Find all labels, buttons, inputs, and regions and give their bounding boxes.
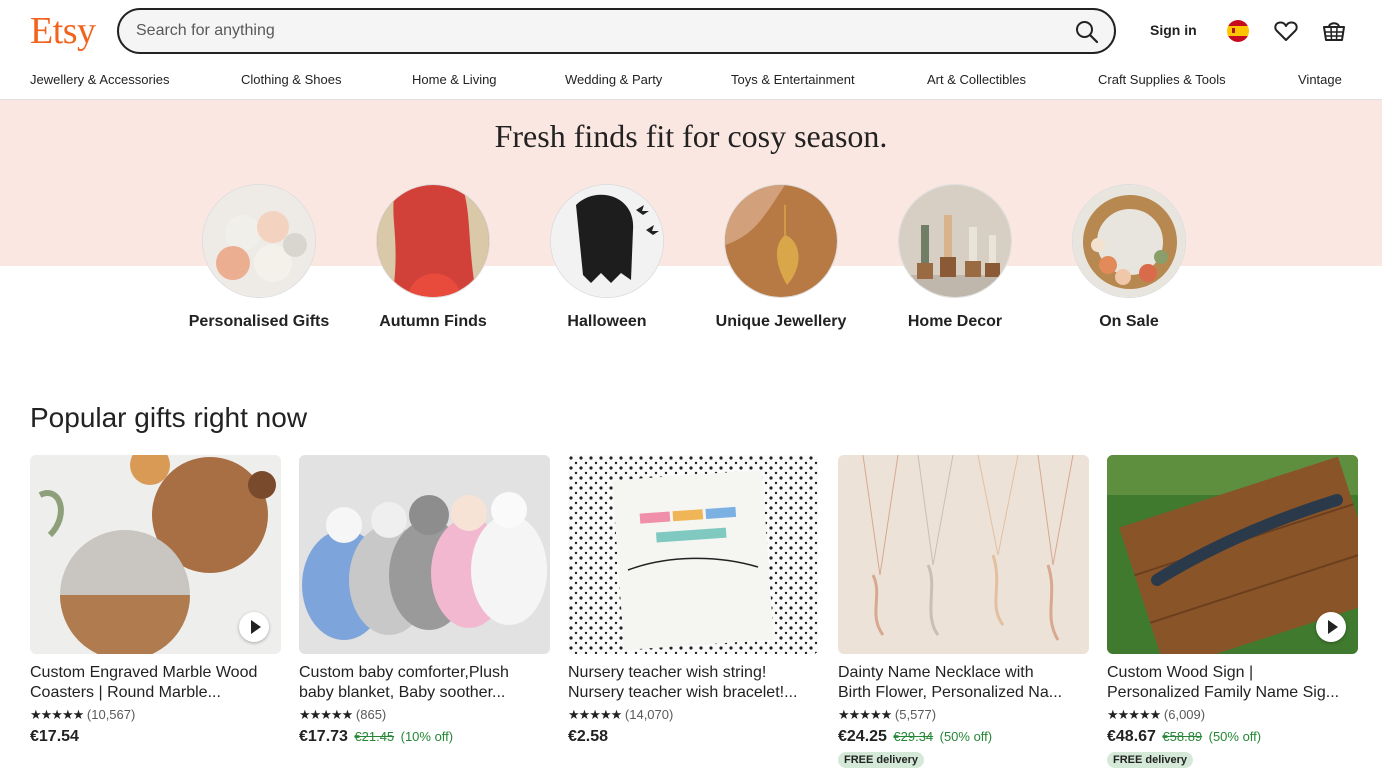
original-price: €21.45 — [354, 729, 395, 744]
search-button[interactable] — [1074, 19, 1100, 45]
category-image — [202, 184, 316, 298]
header: Etsy Sign in — [0, 0, 1382, 62]
category-image — [724, 184, 838, 298]
product-title: Custom Engraved Marble Wood Coasters | R… — [30, 664, 258, 701]
product-title: Custom Wood Sign | Personalized Family N… — [1107, 664, 1340, 701]
product-rating: ★★★★★ (10,567) — [30, 707, 281, 725]
review-count: (10,567) — [86, 707, 136, 722]
nav-item-jewellery[interactable]: Jewellery & Accessories — [30, 72, 169, 87]
product-image — [299, 455, 550, 654]
cart-button[interactable] — [1321, 17, 1347, 43]
star-rating-icon: ★★★★★ — [568, 707, 622, 722]
nav-item-art[interactable]: Art & Collectibles — [927, 72, 1026, 87]
price-row: €2.58 — [568, 728, 819, 750]
category-nav: Jewellery & Accessories Clothing & Shoes… — [0, 62, 1382, 100]
category-label: Personalised Gifts — [188, 313, 330, 330]
price-row: €48.67 €58.89 (50% off) — [1107, 728, 1358, 750]
product-rating: ★★★★★ (5,577) — [838, 707, 1089, 725]
nav-item-clothing[interactable]: Clothing & Shoes — [241, 72, 341, 87]
review-count: (6,009) — [1163, 707, 1206, 722]
nav-item-craft[interactable]: Craft Supplies & Tools — [1098, 72, 1226, 87]
star-rating-icon: ★★★★★ — [1107, 707, 1161, 722]
category-unique-jewellery[interactable]: Unique Jewellery — [706, 184, 856, 332]
price-row: €17.73 €21.45 (10% off) — [299, 728, 550, 750]
product-price: €2.58 — [568, 728, 609, 745]
nav-item-home[interactable]: Home & Living — [412, 72, 497, 87]
category-label: Autumn Finds — [379, 313, 487, 330]
price-row: €17.54 — [30, 728, 281, 750]
category-image — [898, 184, 1012, 298]
favorites-button[interactable] — [1273, 18, 1299, 44]
section-title-popular: Popular gifts right now — [30, 402, 308, 433]
product-card[interactable]: Dainty Name Necklace with Birth Flower, … — [838, 455, 1089, 768]
review-count: (14,070) — [624, 707, 674, 722]
play-icon[interactable] — [1316, 612, 1346, 642]
discount-label: (50% off) — [939, 729, 993, 744]
star-rating-icon: ★★★★★ — [30, 707, 84, 722]
etsy-logo[interactable]: Etsy — [30, 9, 96, 53]
hero-title: Fresh finds fit for cosy season. — [494, 118, 888, 154]
discount-label: (10% off) — [400, 729, 454, 744]
product-title: Nursery teacher wish string! Nursery tea… — [568, 664, 798, 701]
price-row: €24.25 €29.34 (50% off) — [838, 728, 1089, 750]
category-on-sale[interactable]: On Sale — [1054, 184, 1204, 332]
product-price: €24.25 — [838, 728, 887, 745]
review-count: (5,577) — [894, 707, 937, 722]
category-label: On Sale — [1099, 313, 1159, 330]
free-delivery-badge: FREE delivery — [1107, 752, 1193, 768]
product-image — [30, 455, 281, 654]
product-card[interactable]: Nursery teacher wish string! Nursery tea… — [568, 455, 819, 750]
original-price: €29.34 — [893, 729, 934, 744]
product-image — [838, 455, 1089, 654]
basket-icon — [1323, 22, 1345, 41]
category-image — [1072, 184, 1186, 298]
original-price: €58.89 — [1162, 729, 1203, 744]
star-rating-icon: ★★★★★ — [838, 707, 892, 722]
search-input[interactable] — [136, 20, 1036, 42]
product-rating: ★★★★★ (14,070) — [568, 707, 819, 725]
product-title: Custom baby comforter,Plush baby blanket… — [299, 664, 509, 701]
product-card[interactable]: Custom Wood Sign | Personalized Family N… — [1107, 455, 1358, 768]
category-label: Halloween — [567, 313, 647, 330]
product-price: €48.67 — [1107, 728, 1156, 745]
product-card[interactable]: Custom Engraved Marble Wood Coasters | R… — [30, 455, 281, 750]
category-autumn-finds[interactable]: Autumn Finds — [358, 184, 508, 332]
category-image — [550, 184, 664, 298]
category-label: Unique Jewellery — [715, 313, 847, 330]
category-personalised-gifts[interactable]: Personalised Gifts — [184, 184, 334, 332]
product-price: €17.54 — [30, 728, 79, 745]
category-label: Home Decor — [907, 313, 1003, 330]
nav-item-vintage[interactable]: Vintage — [1298, 72, 1342, 87]
discount-label: (50% off) — [1208, 729, 1262, 744]
flag-icon[interactable] — [1227, 20, 1249, 42]
star-rating-icon: ★★★★★ — [299, 707, 353, 722]
product-card[interactable]: Custom baby comforter,Plush baby blanket… — [299, 455, 550, 750]
nav-item-toys[interactable]: Toys & Entertainment — [731, 72, 855, 87]
category-home-decor[interactable]: Home Decor — [880, 184, 1030, 332]
play-icon[interactable] — [239, 612, 269, 642]
nav-item-wedding[interactable]: Wedding & Party — [565, 72, 662, 87]
heart-icon — [1274, 21, 1298, 41]
search-bar[interactable] — [117, 8, 1116, 54]
product-rating: ★★★★★ (865) — [299, 707, 550, 725]
free-delivery-badge: FREE delivery — [838, 752, 924, 768]
product-image — [1107, 455, 1358, 654]
product-price: €17.73 — [299, 728, 348, 745]
category-image — [376, 184, 490, 298]
product-title: Dainty Name Necklace with Birth Flower, … — [838, 664, 1063, 701]
review-count: (865) — [355, 707, 387, 722]
product-rating: ★★★★★ (6,009) — [1107, 707, 1358, 725]
search-icon — [1076, 21, 1099, 44]
category-halloween[interactable]: Halloween — [532, 184, 682, 332]
product-image — [568, 455, 819, 654]
sign-in-link[interactable]: Sign in — [1150, 22, 1197, 38]
